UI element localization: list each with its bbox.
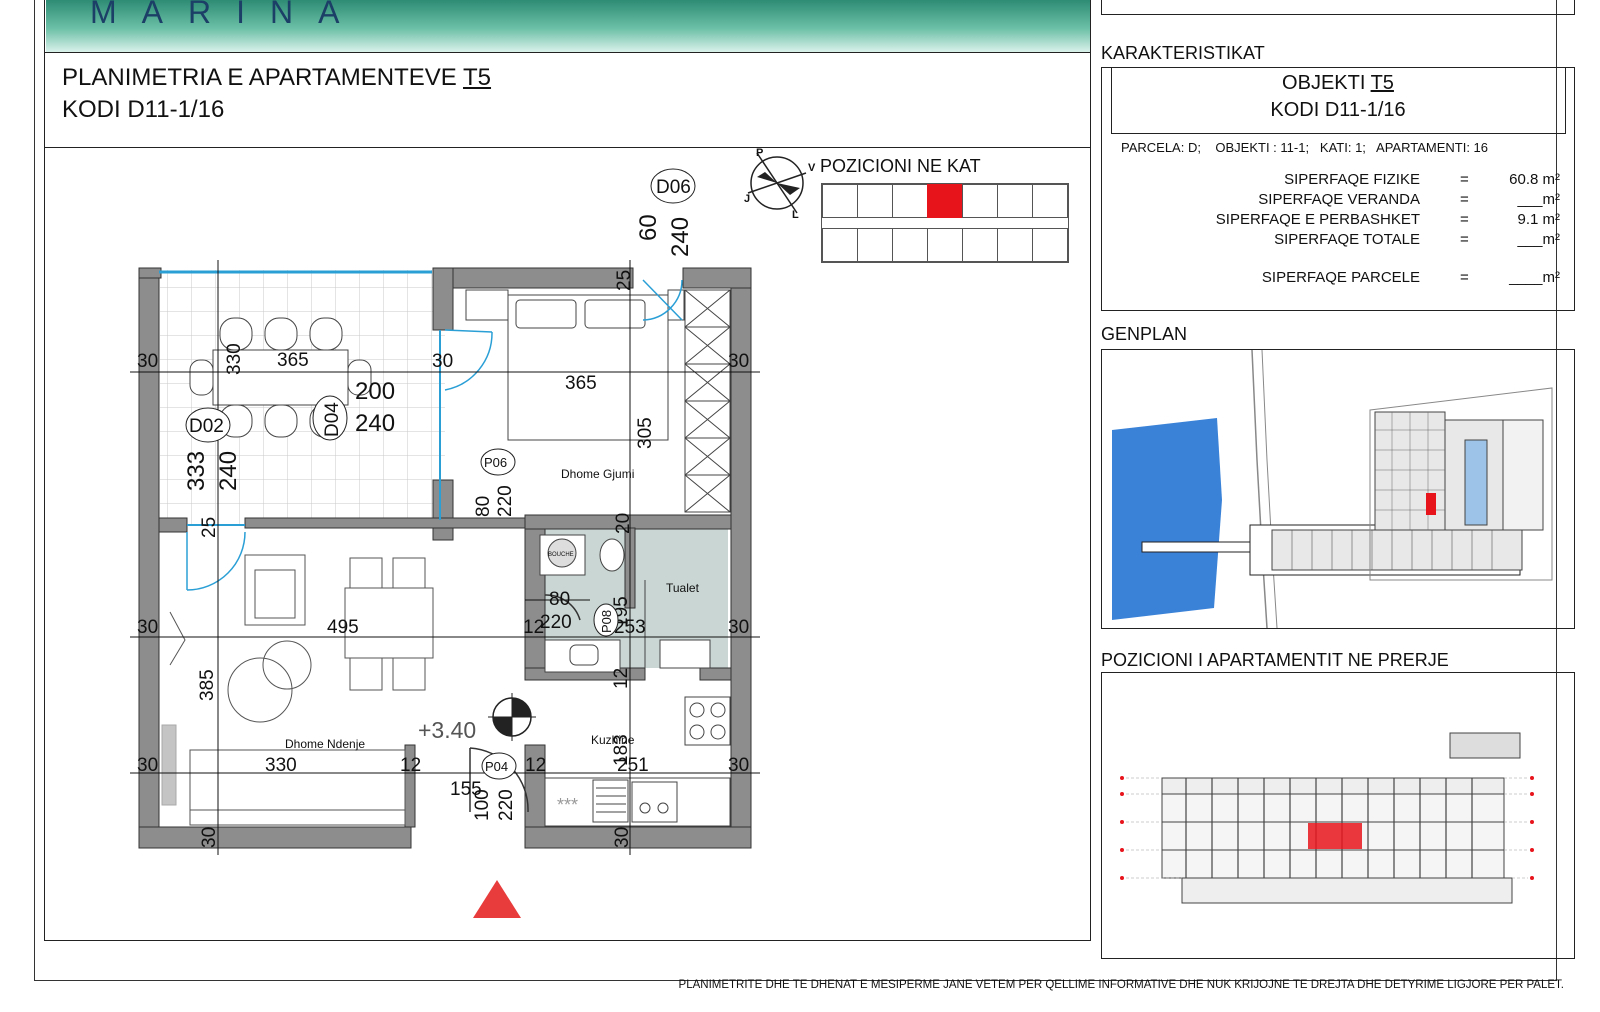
genplan-marker: [1426, 493, 1436, 515]
dim-text: 240: [355, 410, 395, 437]
tag-p08-label: P08: [599, 610, 614, 633]
parcel-line: PARCELA: D; OBJEKTI : 11-1; KATI: 1; APA…: [1121, 140, 1488, 155]
dim-text: 240: [215, 451, 242, 491]
dim-text: 25: [614, 270, 635, 291]
compass-letter: V: [808, 162, 816, 174]
dim-text: 220: [540, 612, 572, 633]
compass-letter: P: [756, 147, 763, 159]
genplan-panel: [1101, 349, 1575, 629]
dim-text: 30: [728, 755, 749, 776]
wardrobe: [684, 289, 731, 513]
tag-d06-label: D06: [656, 177, 691, 198]
section-heading: POZICIONI I APARTAMENTIT NE PRERJE: [1101, 650, 1449, 670]
dim-text: 330: [265, 755, 297, 776]
compass-letter: L: [792, 209, 799, 221]
compass-letter: J: [744, 193, 750, 205]
site-plan: [1112, 350, 1553, 628]
room-label-kitchen: Kuzhine: [591, 733, 635, 747]
dim-text: 60: [635, 214, 662, 241]
dim-text: 30: [728, 617, 749, 638]
section-panel: [1101, 672, 1575, 959]
dim-text: 330: [224, 343, 245, 375]
dim-text: 30: [137, 755, 158, 776]
dim-text: 12: [611, 668, 632, 689]
building-section: [1120, 732, 1534, 904]
dim-text: 30: [137, 617, 158, 638]
dim-text: 365: [565, 373, 597, 394]
dim-text: 80: [473, 496, 494, 517]
tag-d04-label: D04: [322, 402, 343, 437]
dim-text: 30: [728, 351, 749, 372]
dim-text: 305: [635, 417, 656, 449]
dim-text: 80: [549, 589, 570, 610]
apartment-position-marker: [927, 184, 963, 218]
tag-p04-label: P04: [485, 759, 508, 774]
dim-text: 25: [199, 517, 220, 538]
dim-text: 100: [472, 789, 493, 821]
dim-text: 200: [355, 378, 395, 405]
floor-plan: 30 365 30 365 30 30 495 12 253 30 30 330…: [130, 147, 816, 918]
dim-text: 30: [612, 827, 633, 848]
object-title: OBJEKTI T5: [1101, 72, 1575, 95]
dim-text: 30: [137, 351, 158, 372]
dim-text: 333: [183, 451, 210, 491]
floor-position-map: [821, 183, 1069, 263]
dim-text: 220: [495, 485, 516, 517]
washer-label: BOUCHE: [548, 552, 574, 558]
dim-text: 220: [496, 789, 517, 821]
object-prefix: OBJEKTI: [1282, 72, 1371, 94]
room-label-toilet: Tualet: [666, 581, 700, 595]
stars-mark: ***: [557, 795, 578, 815]
dim-text: 240: [667, 217, 694, 257]
position-label: POZICIONI NE KAT: [820, 156, 981, 176]
compass-icon: [747, 152, 807, 214]
dim-text: 30: [432, 351, 453, 372]
dim-text: 20: [613, 513, 634, 534]
object-unit: T5: [1370, 72, 1394, 94]
room-label-bedroom: Dhome Gjumi: [561, 467, 634, 481]
dim-text: 12: [400, 755, 421, 776]
tag-p06-label: P06: [484, 455, 507, 470]
level-marker-icon: [488, 693, 536, 741]
tag-d02-label: D02: [189, 416, 224, 437]
room-label-living: Dhome Ndenje: [285, 737, 365, 751]
dim-text: 30: [199, 827, 220, 848]
entry-arrow-icon: [473, 880, 521, 918]
disclaimer: PLANIMETRITE DHE TE DHENAT E MESIPERME J…: [678, 979, 1564, 991]
dim-text: 495: [327, 617, 359, 638]
dim-text: 365: [277, 350, 309, 371]
section-marker: [1308, 823, 1362, 849]
characteristics-heading: KARAKTERISTIKAT: [1101, 43, 1265, 63]
level-label: +3.40: [418, 717, 476, 743]
dim-text: 12: [525, 755, 546, 776]
genplan-heading: GENPLAN: [1101, 324, 1188, 344]
dim-text: 385: [197, 669, 218, 701]
object-code: KODI D11-1/16: [1270, 99, 1406, 121]
top-right-box: [1101, 0, 1575, 15]
